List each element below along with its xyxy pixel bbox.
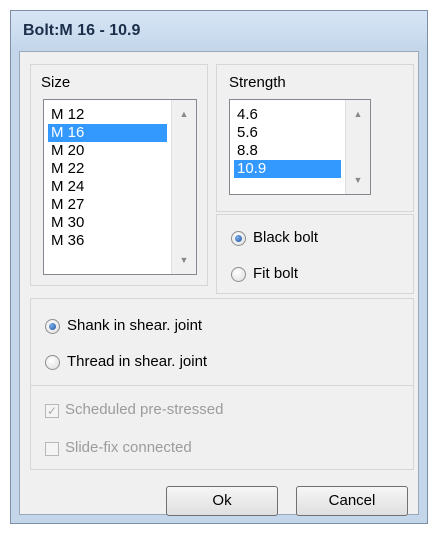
size-item-m30[interactable]: M 30 <box>48 214 84 232</box>
black-bolt-radio[interactable]: Black bolt <box>231 229 401 249</box>
cancel-button[interactable]: Cancel <box>296 486 408 516</box>
slidefix-checkbox[interactable]: Slide-fix connected <box>45 439 305 459</box>
chevron-down-icon[interactable]: ▼ <box>172 250 196 270</box>
divider <box>31 385 413 386</box>
title-bar[interactable]: Bolt:M 16 - 10.9 <box>11 11 427 51</box>
size-item-m20[interactable]: M 20 <box>48 142 84 160</box>
joint-group: Shank in shear. joint Thread in shear. j… <box>30 298 414 470</box>
thread-label: Thread in shear. joint <box>67 353 208 370</box>
window-title: Bolt:M 16 - 10.9 <box>23 22 141 39</box>
shank-radio[interactable]: Shank in shear. joint <box>45 317 305 337</box>
size-item-m12[interactable]: M 12 <box>48 106 84 124</box>
strength-scrollbar[interactable]: ▲ ▼ <box>345 100 370 194</box>
dialog-body: Size M 12 M 16 M 20 M 22 M 24 M 27 M 30 … <box>19 51 419 516</box>
radio-checked-icon[interactable] <box>231 231 246 246</box>
prestressed-checkbox[interactable]: ✓ Scheduled pre-stressed <box>45 401 305 421</box>
strength-item-8-8[interactable]: 8.8 <box>234 142 258 160</box>
size-listbox[interactable]: M 12 M 16 M 20 M 22 M 24 M 27 M 30 M 36 … <box>43 99 197 275</box>
strength-item-4-6[interactable]: 4.6 <box>234 106 258 124</box>
size-group: Size M 12 M 16 M 20 M 22 M 24 M 27 M 30 … <box>30 64 208 286</box>
chevron-up-icon[interactable]: ▲ <box>346 104 370 124</box>
strength-listbox[interactable]: 4.6 5.6 8.8 10.9 ▲ ▼ <box>229 99 371 195</box>
strength-label: Strength <box>229 74 286 91</box>
ok-button[interactable]: Ok <box>166 486 278 516</box>
fit-bolt-label: Fit bolt <box>253 265 299 282</box>
chevron-down-icon[interactable]: ▼ <box>346 170 370 190</box>
radio-checked-icon[interactable] <box>45 319 60 334</box>
size-label: Size <box>41 74 71 91</box>
size-scrollbar[interactable]: ▲ ▼ <box>171 100 196 274</box>
size-item-m36[interactable]: M 36 <box>48 232 84 250</box>
checkmark-icon[interactable]: ✓ <box>45 404 59 418</box>
shank-label: Shank in shear. joint <box>67 317 203 334</box>
radio-unchecked-icon[interactable] <box>45 355 60 370</box>
radio-unchecked-icon[interactable] <box>231 267 246 282</box>
fit-bolt-radio[interactable]: Fit bolt <box>231 265 401 285</box>
checkbox-empty-icon[interactable] <box>45 442 59 456</box>
size-item-m16[interactable]: M 16 <box>48 124 167 142</box>
strength-item-5-6[interactable]: 5.6 <box>234 124 258 142</box>
chevron-up-icon[interactable]: ▲ <box>172 104 196 124</box>
thread-radio[interactable]: Thread in shear. joint <box>45 353 305 373</box>
strength-item-10-9[interactable]: 10.9 <box>234 160 341 178</box>
size-item-m22[interactable]: M 22 <box>48 160 84 178</box>
slidefix-label: Slide-fix connected <box>65 439 192 456</box>
bolt-type-group: Black bolt Fit bolt <box>216 214 414 294</box>
size-item-m27[interactable]: M 27 <box>48 196 84 214</box>
black-bolt-label: Black bolt <box>253 229 319 246</box>
strength-group: Strength 4.6 5.6 8.8 10.9 ▲ ▼ <box>216 64 414 212</box>
size-item-m24[interactable]: M 24 <box>48 178 84 196</box>
bolt-dialog: Bolt:M 16 - 10.9 Size M 12 M 16 M 20 M 2… <box>10 10 428 524</box>
prestressed-label: Scheduled pre-stressed <box>65 401 224 418</box>
